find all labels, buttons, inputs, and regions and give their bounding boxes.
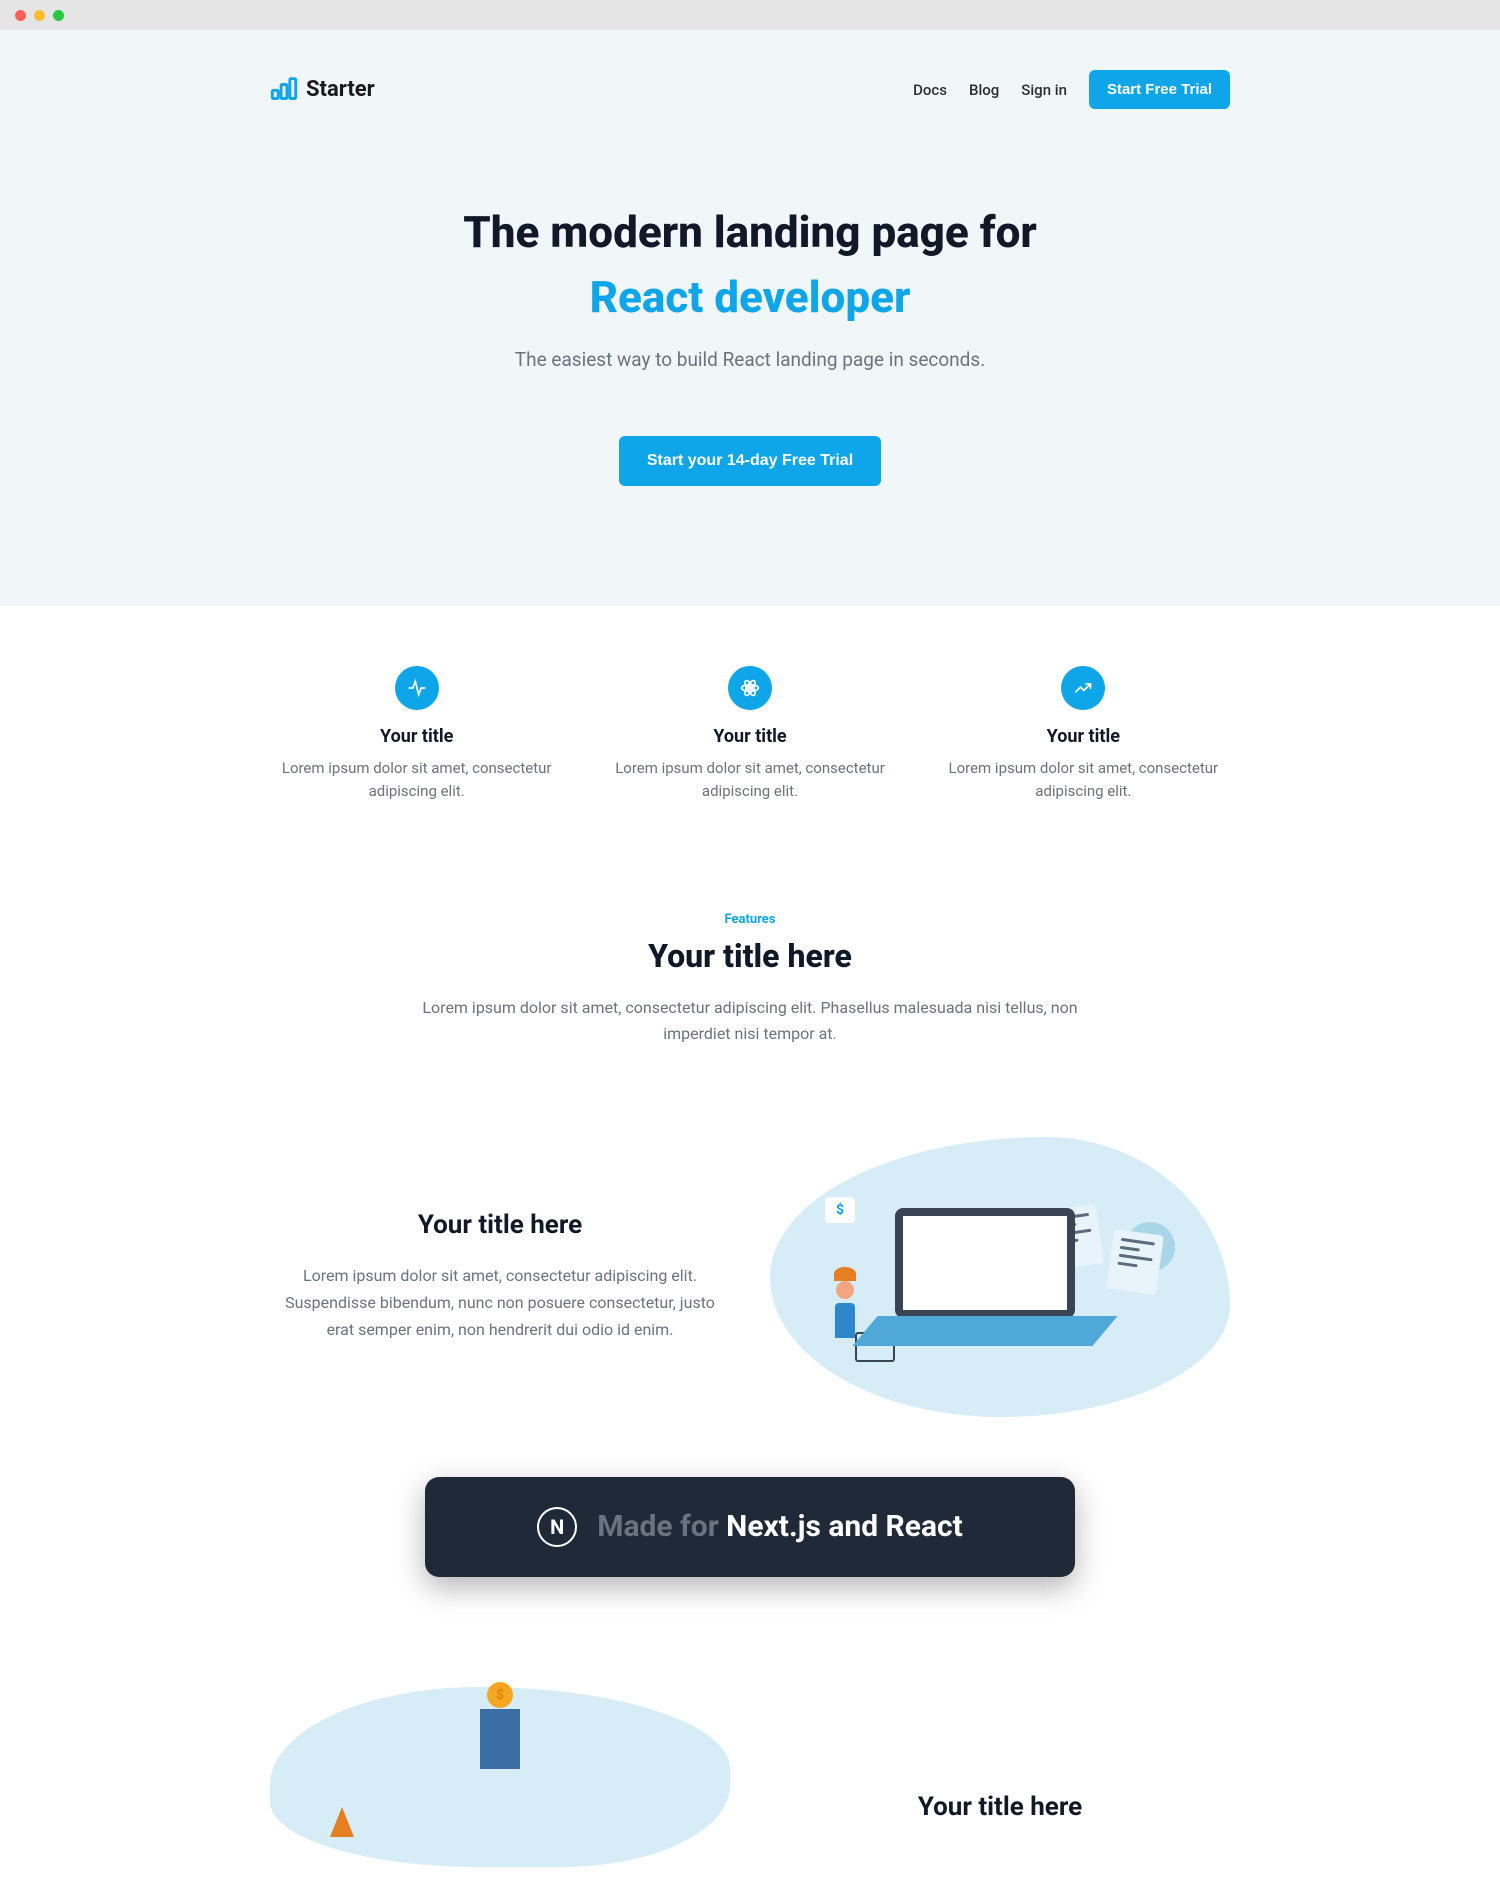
section-title: Your title here [270,937,1230,975]
feature-desc: Lorem ipsum dolor sit amet, consectetur … [603,757,896,802]
feature-row: Your title here Lorem ipsum dolor sit am… [270,1077,1230,1447]
document-icon [1106,1228,1164,1294]
feature-row-2: $ Your title here [270,1607,1230,1897]
framework-banner: N Made for Next.js and React [425,1477,1075,1577]
nav-link-docs[interactable]: Docs [913,81,947,99]
logo[interactable]: Starter [270,74,375,106]
feature-title: Your title [270,726,563,747]
feature-card: Your title Lorem ipsum dolor sit amet, c… [603,666,896,802]
hero-title: The modern landing page for React develo… [270,204,1230,326]
feature-card: Your title Lorem ipsum dolor sit amet, c… [937,666,1230,802]
feature-block-title: Your title here [270,1210,730,1240]
hero-section: Starter Docs Blog Sign in Start Free Tri… [0,30,1500,606]
coin-icon: $ [487,1682,513,1708]
atom-icon [728,666,772,710]
nextjs-icon: N [537,1507,577,1547]
nav-link-blog[interactable]: Blog [969,81,999,99]
megaphone-icon [330,1807,354,1837]
section-eyebrow: Features [270,912,1230,927]
pulse-icon [395,666,439,710]
hero-title-line1: The modern landing page for [463,206,1037,258]
section-header: Features Your title here Lorem ipsum dol… [270,862,1230,1076]
banner-text: Made for Next.js and React [597,1509,963,1544]
feature-title: Your title [937,726,1230,747]
hero-title-accent: React developer [270,269,1230,326]
nav-links: Docs Blog Sign in Start Free Trial [913,70,1230,109]
feature-card: Your title Lorem ipsum dolor sit amet, c… [270,666,563,802]
illustration-finance: $ [270,1687,730,1867]
window-minimize-icon[interactable] [34,10,45,21]
price-bubble-icon: $ [825,1197,855,1223]
window-chrome [0,0,1500,30]
laptop-icon [895,1208,1105,1346]
feature-block-2-title: Your title here [770,1712,1230,1822]
feature-desc: Lorem ipsum dolor sit amet, consectetur … [270,757,563,802]
banner-highlight: Next.js and React [726,1509,963,1544]
window-maximize-icon[interactable] [53,10,64,21]
feature-text-2: Your title here [770,1712,1230,1822]
pillar-icon [480,1709,520,1769]
trend-icon [1061,666,1105,710]
features-row: Your title Lorem ipsum dolor sit amet, c… [0,606,1500,862]
feature-title: Your title [603,726,896,747]
start-trial-button[interactable]: Start Free Trial [1089,70,1230,109]
hero-content: The modern landing page for React develo… [270,119,1230,486]
logo-icon [270,74,298,106]
illustration-ecommerce: $ [770,1137,1230,1417]
feature-desc: Lorem ipsum dolor sit amet, consectetur … [937,757,1230,802]
hero-subtitle: The easiest way to build React landing p… [270,348,1230,371]
logo-text: Starter [306,77,375,102]
feature-block-desc: Lorem ipsum dolor sit amet, consectetur … [270,1262,730,1344]
banner-prefix: Made for [597,1509,726,1544]
window-close-icon[interactable] [15,10,26,21]
top-nav: Starter Docs Blog Sign in Start Free Tri… [270,60,1230,119]
feature-text: Your title here Lorem ipsum dolor sit am… [270,1210,730,1344]
nav-link-signin[interactable]: Sign in [1021,81,1067,99]
hero-cta-button[interactable]: Start your 14-day Free Trial [619,436,881,486]
section-subtitle: Lorem ipsum dolor sit amet, consectetur … [400,995,1100,1046]
